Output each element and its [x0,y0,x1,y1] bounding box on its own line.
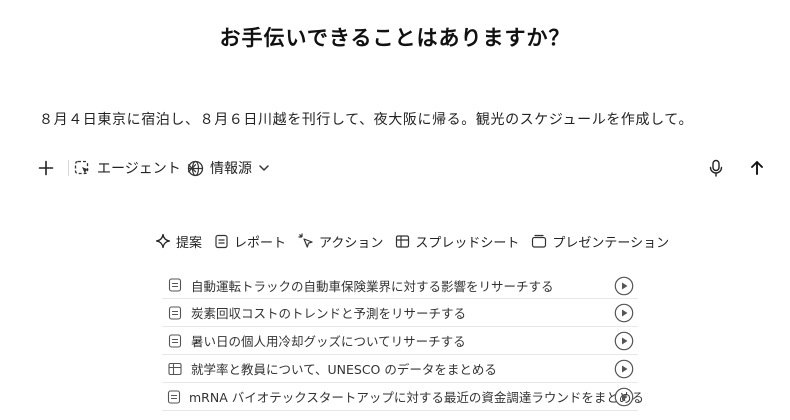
document-icon [167,389,181,405]
page-title: お手伝いできることはありますか？ [219,26,571,50]
send-button[interactable] [747,154,767,182]
tab-suggestions[interactable]: 提案 [155,232,202,251]
suggestion-text: 暑い日の個人用冷却グッズについてリサーチする [191,334,466,349]
suggestion-item[interactable]: 自動運転トラックの自動車保険業界に対する影響をリサーチする [162,271,638,299]
table-icon [396,234,410,248]
sources-label: 情報源 [210,161,252,177]
document-icon [167,333,183,349]
tab-label: レポート [234,235,287,251]
agent-icon [74,160,89,174]
suggestion-item[interactable]: 就学率と教員について、UNESCO のデータをまとめる [162,355,638,383]
tab-label: スプレッドシート [415,235,520,251]
input-toolbar: エージェント × 情報源 [30,154,775,182]
cursor-click-icon [298,233,313,248]
tab-spreadsheet[interactable]: スプレッドシート [395,232,519,251]
chevron-down-icon [258,162,270,174]
play-icon[interactable] [614,276,634,296]
document-icon [167,277,183,293]
suggestion-text: 炭素回収コストのトレンドと予測をリサーチする [191,306,467,321]
document-icon [215,234,228,248]
tab-action[interactable]: アクション [298,232,383,251]
agent-label: エージェント [97,161,181,177]
prompt-input-text[interactable]: ８月４日東京に宿泊し、８月６日川越を刊行して、夜大阪に帰る。観光のスケジュールを… [39,109,739,129]
tab-label: プレゼンテーション [552,235,670,251]
suggestion-text: mRNA バイオテックスタートアップに対する最近の資金調達ラウンドをまとめる [189,390,644,405]
microphone-button[interactable] [706,154,726,182]
tab-presentation[interactable]: プレゼンテーション [531,232,669,251]
toolbar-divider [68,160,69,176]
slides-icon [532,234,547,248]
play-icon[interactable] [614,303,634,323]
suggestion-text: 就学率と教員について、UNESCO のデータをまとめる [191,362,497,377]
sources-dropdown[interactable]: 情報源 [187,154,270,182]
agent-chip[interactable]: エージェント × [74,154,198,182]
play-icon[interactable] [614,387,634,407]
tab-label: アクション [319,235,384,251]
suggestion-item[interactable]: 暑い日の個人用冷却グッズについてリサーチする [162,327,638,355]
arrow-up-icon [751,161,763,175]
table-icon [167,361,183,377]
document-icon [167,305,183,321]
sparkle-icon [155,233,171,249]
play-icon[interactable] [614,331,634,351]
add-button[interactable] [36,154,56,182]
microphone-icon [709,159,723,177]
suggestion-tabs: 提案 レポート アクション スプレッドシート プレゼンテーション [155,230,681,252]
suggestion-item[interactable]: mRNA バイオテックスタートアップに対する最近の資金調達ラウンドをまとめる [162,383,644,411]
tab-report[interactable]: レポート [214,232,286,251]
plus-icon [38,160,54,176]
play-icon[interactable] [614,359,634,379]
suggestion-item[interactable]: 炭素回収コストのトレンドと予測をリサーチする [162,299,638,327]
suggestion-text: 自動運転トラックの自動車保険業界に対する影響をリサーチする [191,278,554,294]
globe-icon [187,160,204,176]
suggestion-list: 自動運転トラックの自動車保険業界に対する影響をリサーチする 炭素回収コストのトレ… [162,271,644,411]
tab-label: 提案 [176,235,203,251]
